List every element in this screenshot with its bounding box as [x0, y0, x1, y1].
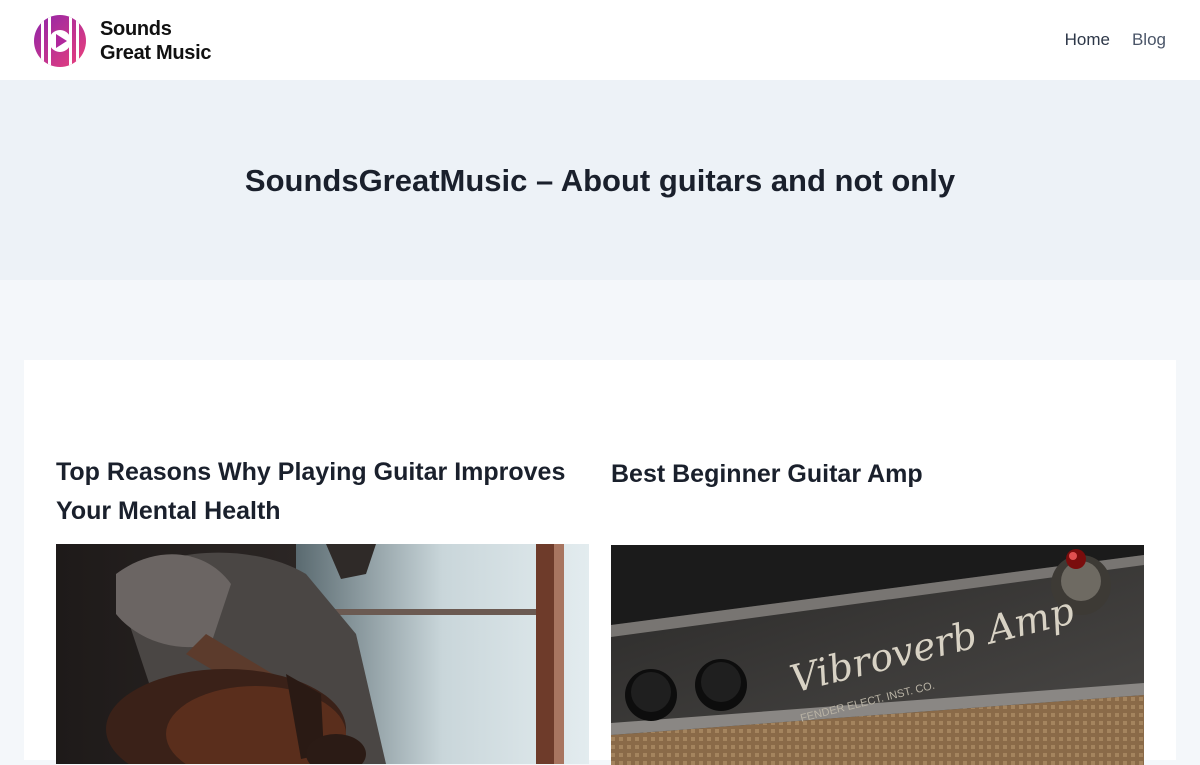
post-title-link[interactable]: Best Beginner Guitar Amp [611, 455, 1144, 494]
posts-container: Top Reasons Why Playing Guitar Improves … [24, 360, 1176, 765]
guitar-player-photo [56, 544, 589, 764]
site-name: Sounds Great Music [100, 17, 211, 65]
nav-home-link[interactable]: Home [1065, 28, 1110, 52]
page-title: SoundsGreatMusic – About guitars and not… [244, 163, 956, 198]
play-logo-icon [34, 15, 86, 67]
site-header: Sounds Great Music Home Blog [0, 0, 1200, 80]
hero-banner: SoundsGreatMusic – About guitars and not… [0, 80, 1200, 280]
main-nav: Home Blog [1065, 28, 1166, 52]
nav-blog-link[interactable]: Blog [1132, 28, 1166, 52]
site-name-line2: Great Music [100, 42, 212, 64]
site-name-line1: Sounds [100, 18, 172, 40]
post-thumbnail[interactable]: Vibroverb Amp FENDER ELECT. INST. CO. [611, 545, 1144, 765]
guitar-amp-photo: Vibroverb Amp FENDER ELECT. INST. CO. [611, 545, 1144, 765]
post-title-link[interactable]: Top Reasons Why Playing Guitar Improves … [56, 453, 589, 531]
post-thumbnail[interactable] [56, 544, 589, 764]
site-logo-link[interactable]: Sounds Great Music [34, 15, 211, 67]
